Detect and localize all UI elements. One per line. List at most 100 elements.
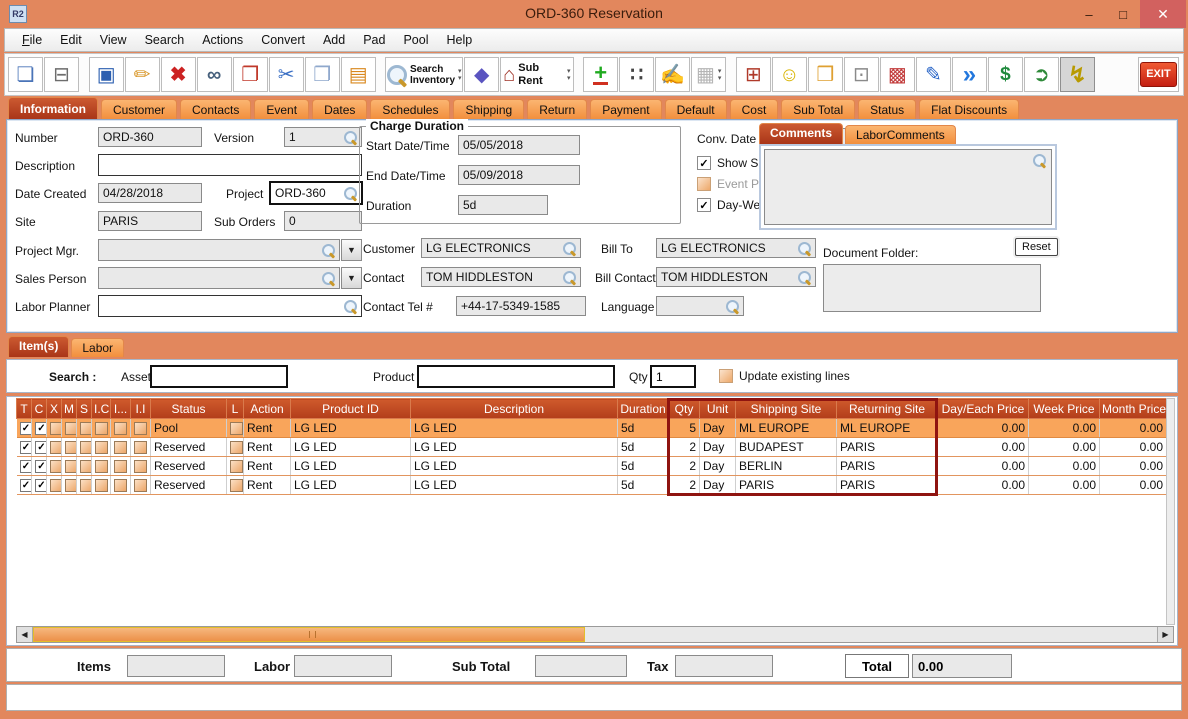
checkbox-x[interactable] xyxy=(50,422,62,435)
checkbox-c[interactable] xyxy=(35,422,47,435)
tab-payment[interactable]: Payment xyxy=(590,99,661,119)
table-row[interactable]: Reserved Rent LG LED LG LED 5d 2 Day BER… xyxy=(17,457,1167,476)
checkbox-l[interactable] xyxy=(230,422,243,435)
checkbox-ic[interactable] xyxy=(95,422,108,435)
checkbox-s[interactable] xyxy=(80,422,92,435)
project-mgr-field[interactable] xyxy=(98,239,340,261)
tab-status[interactable]: Status xyxy=(858,99,916,119)
contact-tel-field[interactable]: +44-17-5349-1585 xyxy=(456,296,586,316)
tab-return[interactable]: Return xyxy=(527,99,587,119)
date-created-field[interactable]: 04/28/2018 xyxy=(98,183,202,203)
description-field[interactable] xyxy=(98,154,362,176)
keyboard-button[interactable]: ⊡ xyxy=(844,57,879,92)
delivery-button[interactable]: ➲ xyxy=(1024,57,1059,92)
checkbox-ii[interactable] xyxy=(134,460,147,473)
checkbox-l[interactable] xyxy=(230,441,243,454)
labor-planner-field[interactable] xyxy=(98,295,362,317)
tab-items[interactable]: Item(s) xyxy=(8,336,69,357)
checkbox-m[interactable] xyxy=(65,479,77,492)
search-icon[interactable] xyxy=(322,244,335,257)
billing-button[interactable]: $ xyxy=(988,57,1023,92)
bill-contact-field[interactable]: TOM HIDDLESTON xyxy=(656,267,816,287)
search-icon[interactable] xyxy=(726,300,739,313)
checkbox-s[interactable] xyxy=(80,479,92,492)
checkbox-ic[interactable] xyxy=(95,441,108,454)
scrollbar-thumb[interactable] xyxy=(33,627,585,642)
tab-labor-comments[interactable]: LaborComments xyxy=(845,125,956,144)
print-button[interactable]: ⊟ xyxy=(44,57,79,92)
customer-field[interactable]: LG ELECTRONICS xyxy=(421,238,581,258)
search-icon[interactable] xyxy=(798,271,811,284)
tab-contacts[interactable]: Contacts xyxy=(180,99,251,119)
table-row[interactable]: Reserved Rent LG LED LG LED 5d 2 Day PAR… xyxy=(17,476,1167,495)
dropdown-arrows-icon[interactable]: ▾▾ xyxy=(567,68,571,82)
menu-pad[interactable]: Pad xyxy=(354,31,394,49)
menu-pool[interactable]: Pool xyxy=(394,31,437,49)
history-folder-button[interactable]: ❒ xyxy=(808,57,843,92)
paste-button[interactable]: ▤ xyxy=(341,57,376,92)
tab-schedules[interactable]: Schedules xyxy=(370,99,450,119)
close-button[interactable]: ✕ xyxy=(1140,0,1186,28)
org-chart-button[interactable]: ⊞ xyxy=(736,57,771,92)
new-document-button[interactable]: ❏ xyxy=(8,57,43,92)
end-date-field[interactable]: 05/09/2018 xyxy=(458,165,580,185)
checkbox-t[interactable] xyxy=(20,460,32,473)
reset-button[interactable]: Reset xyxy=(1015,238,1058,256)
substitute-button[interactable]: ∷ xyxy=(619,57,654,92)
number-field[interactable]: ORD-360 xyxy=(98,127,202,147)
search-icon[interactable] xyxy=(322,272,335,285)
checkbox-i[interactable] xyxy=(114,479,127,492)
vertical-scrollbar[interactable] xyxy=(1166,398,1175,625)
comments-textarea[interactable] xyxy=(764,149,1052,225)
quick-action-button[interactable]: ↯ xyxy=(1060,57,1095,92)
document-folder-box[interactable] xyxy=(823,264,1041,312)
sales-person-dropdown[interactable]: ▼ xyxy=(341,267,362,289)
menu-actions[interactable]: Actions xyxy=(193,31,252,49)
tab-comments[interactable]: Comments xyxy=(759,123,843,144)
edit-button[interactable]: ✏ xyxy=(125,57,160,92)
tab-cost[interactable]: Cost xyxy=(730,99,779,119)
checkbox-ii[interactable] xyxy=(134,441,147,454)
site-field[interactable]: PARIS xyxy=(98,211,202,231)
checkbox-x[interactable] xyxy=(50,441,62,454)
scroll-right-arrow[interactable]: ▶ xyxy=(1157,627,1173,642)
tab-customer[interactable]: Customer xyxy=(101,99,177,119)
checkbox-i[interactable] xyxy=(114,441,127,454)
search-icon[interactable] xyxy=(344,300,357,313)
project-mgr-dropdown[interactable]: ▼ xyxy=(341,239,362,261)
checkbox-ic[interactable] xyxy=(95,460,108,473)
add-line-button[interactable]: + xyxy=(583,57,618,92)
checkbox-m[interactable] xyxy=(65,441,77,454)
tab-flat-discounts[interactable]: Flat Discounts xyxy=(919,99,1019,119)
menu-edit[interactable]: Edit xyxy=(51,31,91,49)
bill-to-field[interactable]: LG ELECTRONICS xyxy=(656,238,816,258)
checkbox-c[interactable] xyxy=(35,441,47,454)
notes-button[interactable]: ✍ xyxy=(655,57,690,92)
dropdown-arrows-icon[interactable]: ▾▾ xyxy=(458,68,462,82)
checkbox-l[interactable] xyxy=(230,479,243,492)
scroll-left-arrow[interactable]: ◀ xyxy=(17,627,33,642)
checkbox-m[interactable] xyxy=(65,460,77,473)
delete-button[interactable]: ✖ xyxy=(161,57,196,92)
save-button[interactable]: ▣ xyxy=(89,57,124,92)
update-existing-lines-checkbox[interactable]: Update existing lines xyxy=(719,369,850,383)
tab-shipping[interactable]: Shipping xyxy=(453,99,524,119)
menu-help[interactable]: Help xyxy=(438,31,482,49)
product-input[interactable] xyxy=(417,365,615,388)
edit-note-button[interactable]: ✎ xyxy=(916,57,951,92)
version-field[interactable]: 1 xyxy=(284,127,362,147)
duration-field[interactable]: 5d xyxy=(458,195,548,215)
checkbox-i[interactable] xyxy=(114,460,127,473)
dropdown-arrows-icon[interactable]: ▾▾ xyxy=(718,68,722,82)
tab-event[interactable]: Event xyxy=(254,99,309,119)
project-field[interactable]: ORD-360 xyxy=(269,181,363,205)
send-invoice-button[interactable]: » xyxy=(952,57,987,92)
contact-field[interactable]: TOM HIDDLESTON xyxy=(421,267,581,287)
tab-labor[interactable]: Labor xyxy=(71,338,124,357)
cut-button[interactable]: ✂ xyxy=(269,57,304,92)
tab-default[interactable]: Default xyxy=(665,99,727,119)
table-row[interactable]: Reserved Rent LG LED LG LED 5d 2 Day BUD… xyxy=(17,438,1167,457)
checkbox-s[interactable] xyxy=(80,441,92,454)
sub-rent-button[interactable]: ⌂ Sub Rent ▾▾ xyxy=(500,57,573,92)
calendar-button[interactable]: ▦ ▾▾ xyxy=(691,57,726,92)
